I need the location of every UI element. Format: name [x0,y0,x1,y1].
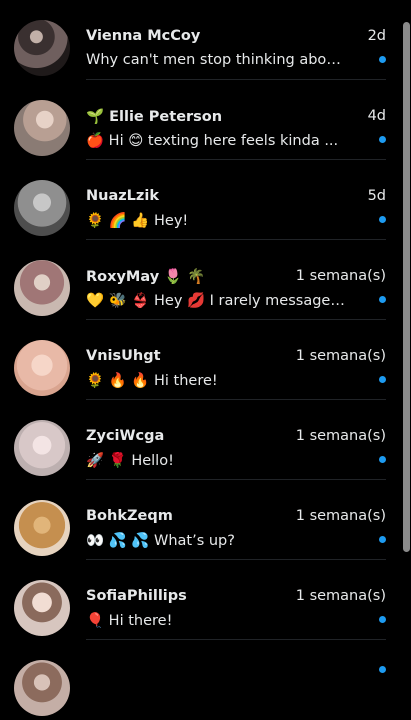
scrollbar-thumb[interactable] [403,22,410,552]
conversation-preview: 🍎 Hi 😊 texting here feels kinda ... [86,133,339,149]
conversation-preview: 💛 🐝 👙 Hey 💋 I rarely message firs... [86,293,348,309]
conversation-time: 1 semana(s) [295,508,386,524]
conversation-time: 4d [367,108,386,124]
conversation-time: 1 semana(s) [295,588,386,604]
avatar[interactable] [14,660,70,716]
unread-indicator [379,216,386,223]
avatar[interactable] [14,260,70,316]
avatar[interactable] [14,180,70,236]
conversation-time: 1 semana(s) [295,268,386,284]
conversation-item[interactable]: 🌱 Ellie Peterson 4d 🍎 Hi 😊 texting here … [0,80,400,160]
conversation-name: Vienna McCoy [86,28,201,44]
unread-indicator [379,616,386,623]
avatar[interactable] [14,580,70,636]
conversation-item[interactable]: Vienna McCoy 2d Why can't men stop think… [0,0,400,80]
conversation-list: Vienna McCoy 2d Why can't men stop think… [0,0,411,716]
unread-indicator [379,56,386,63]
conversation-preview: 👀 💦 💦 What’s up? [86,533,235,549]
conversation-item[interactable]: RoxyMay 🌷 🌴 1 semana(s) 💛 🐝 👙 Hey 💋 I ra… [0,240,400,320]
conversation-time: 1 semana(s) [295,348,386,364]
conversation-item[interactable]: NuazLzik 5d 🌻 🌈 👍 Hey! [0,160,400,240]
conversation-item[interactable]: VnisUhgt 1 semana(s) 🌻 🔥 🔥 Hi there! [0,320,400,400]
avatar[interactable] [14,340,70,396]
conversation-time: 2d [367,28,386,44]
conversation-preview: 🎈 Hi there! [86,613,173,629]
unread-indicator [379,296,386,303]
conversation-name: BohkZeqm [86,508,173,524]
unread-indicator [379,376,386,383]
conversation-time: 1 semana(s) [295,428,386,444]
conversation-item[interactable]: ZyciWcga 1 semana(s) 🚀 🌹 Hello! [0,400,400,480]
conversation-item[interactable]: BohkZeqm 1 semana(s) 👀 💦 💦 What’s up? [0,480,400,560]
conversation-preview: 🌻 🌈 👍 Hey! [86,213,189,229]
avatar[interactable] [14,500,70,556]
unread-indicator [379,136,386,143]
avatar[interactable] [14,20,70,76]
conversation-item[interactable]: SofiaPhillips 1 semana(s) 🎈 Hi there! [0,560,400,640]
conversation-item-partial[interactable] [0,640,400,720]
unread-indicator [379,666,386,673]
conversation-name: VnisUhgt [86,348,161,364]
conversation-preview: 🚀 🌹 Hello! [86,453,174,469]
conversation-name: 🌱 Ellie Peterson [86,109,223,125]
unread-indicator [379,456,386,463]
conversation-name: RoxyMay 🌷 🌴 [86,269,206,285]
scrollbar[interactable] [400,0,411,671]
conversation-name: NuazLzik [86,188,159,204]
conversation-preview: Why can't men stop thinking about ... [86,52,348,68]
conversation-name: SofiaPhillips [86,588,187,604]
avatar[interactable] [14,100,70,156]
conversation-time: 5d [367,188,386,204]
conversation-name: ZyciWcga [86,428,165,444]
conversation-preview: 🌻 🔥 🔥 Hi there! [86,373,218,389]
unread-indicator [379,536,386,543]
avatar[interactable] [14,420,70,476]
